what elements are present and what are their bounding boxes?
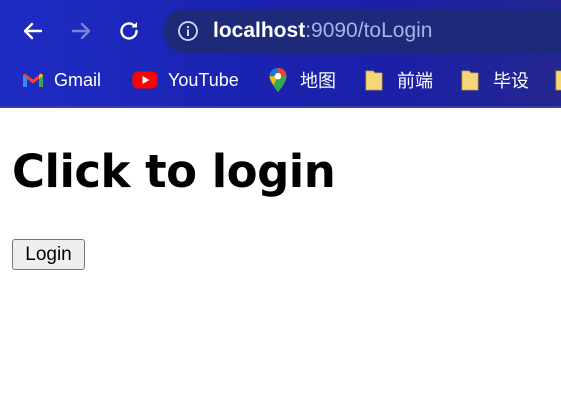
url-host: localhost	[213, 19, 306, 42]
login-button[interactable]: Login	[12, 239, 85, 270]
reload-icon	[120, 22, 138, 40]
bookmark-label: 前端	[397, 71, 433, 91]
bookmark-folder-thesis[interactable]: 毕设	[461, 62, 529, 98]
back-button[interactable]	[18, 16, 48, 46]
youtube-icon	[132, 71, 158, 89]
page-content: Click to login Login	[0, 108, 561, 418]
forward-arrow-icon	[71, 22, 91, 40]
gmail-icon	[22, 72, 44, 89]
folder-icon	[365, 69, 383, 91]
page-title: Click to login	[12, 145, 336, 198]
reload-button[interactable]	[114, 16, 144, 46]
bookmark-label: Gmail	[54, 69, 102, 90]
bookmark-gmail[interactable]: Gmail	[22, 62, 101, 98]
browser-toolbar: localhost:9090/toLogin Gmail YouTube 地图 …	[0, 0, 561, 108]
bookmark-folder-more[interactable]	[555, 62, 561, 98]
forward-button[interactable]	[66, 16, 96, 46]
bookmark-folder-frontend[interactable]: 前端	[365, 62, 433, 98]
info-icon[interactable]	[177, 20, 199, 42]
back-arrow-icon	[23, 22, 43, 40]
folder-icon	[555, 69, 561, 91]
bookmark-maps[interactable]: 地图	[268, 62, 336, 98]
bookmark-youtube[interactable]: YouTube	[132, 62, 239, 98]
bookmarks-bar: Gmail YouTube 地图 前端 毕设	[0, 62, 561, 98]
bookmark-label: YouTube	[168, 69, 239, 90]
address-bar[interactable]: localhost:9090/toLogin	[163, 9, 561, 53]
maps-icon	[268, 67, 288, 93]
url-path: :9090/toLogin	[305, 19, 433, 42]
folder-icon	[461, 69, 479, 91]
url-text[interactable]: localhost:9090/toLogin	[213, 18, 432, 44]
bookmark-label: 地图	[300, 71, 336, 91]
bookmark-label: 毕设	[493, 71, 529, 91]
